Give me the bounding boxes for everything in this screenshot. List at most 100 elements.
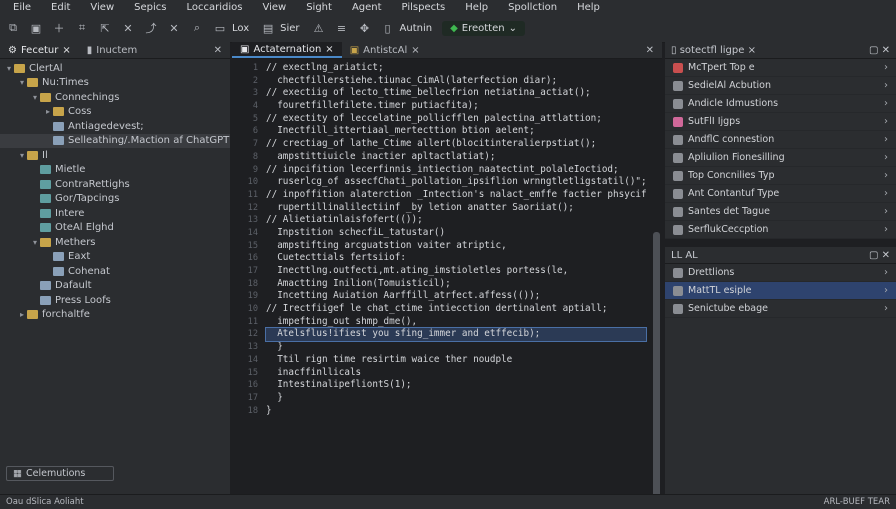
close-icon[interactable]: ▢ ✕ <box>869 250 890 261</box>
code-area[interactable]: // exectlng_ariatict; chectfillerstiehe.… <box>265 62 647 417</box>
graph-icon[interactable]: ⌗ <box>72 18 92 38</box>
right-list-item[interactable]: SutFlI Ijgps › <box>665 113 896 131</box>
pin-icon[interactable]: ✕ <box>164 18 184 38</box>
tree-node[interactable]: Gor/Tapcings <box>0 192 230 207</box>
chevron-icon[interactable]: ▾ <box>17 151 27 160</box>
right-list-item[interactable]: McTpert Top e › <box>665 59 896 77</box>
right-list-item[interactable]: Drettlions › <box>665 264 896 282</box>
menu-item[interactable]: Edit <box>38 2 77 13</box>
chevron-right-icon[interactable]: › <box>884 224 888 235</box>
tab-structure[interactable]: ▮ Inuctem <box>79 45 145 56</box>
toolbar-item-1[interactable]: Lox <box>232 23 249 34</box>
save-icon[interactable]: ▣ <box>26 18 46 38</box>
tree-node[interactable]: Mietle <box>0 163 230 178</box>
tree-node[interactable]: ▾ Connechings <box>0 90 230 105</box>
run-config-button[interactable]: ◆ Ereotten ⌄ <box>442 20 525 36</box>
list-icon[interactable]: ≡ <box>332 18 352 38</box>
editor-scrollbar[interactable] <box>653 232 660 498</box>
toolbar-item-3[interactable]: Autnin <box>400 23 433 34</box>
menu-item[interactable]: Spollction <box>495 2 564 13</box>
menu-item[interactable]: Agent <box>339 2 389 13</box>
tree-node[interactable]: Eaxt <box>0 250 230 265</box>
menu-item[interactable]: Loccaridios <box>173 2 249 13</box>
chevron-right-icon[interactable]: › <box>884 303 888 314</box>
chevron-right-icon[interactable]: › <box>884 62 888 73</box>
right-list-item[interactable]: Ant Contantuf Type › <box>665 185 896 203</box>
chevron-right-icon[interactable]: › <box>884 98 888 109</box>
chevron-icon[interactable]: ▸ <box>17 310 27 319</box>
monitor-icon[interactable]: ▭ <box>210 18 230 38</box>
menu-item[interactable]: Sepics <box>121 2 173 13</box>
chevron-right-icon[interactable]: › <box>884 80 888 91</box>
editor-tab-2[interactable]: ▣ AntistcAl × <box>342 45 428 56</box>
close-icon[interactable]: × <box>62 45 70 56</box>
chevron-right-icon[interactable]: › <box>884 267 888 278</box>
toolbar-item-2[interactable]: Sier <box>280 23 299 34</box>
tree-node[interactable]: Intere <box>0 206 230 221</box>
line-number: 12 <box>247 329 258 340</box>
editor-tab-1[interactable]: ▣ Actaternation × <box>232 42 342 58</box>
chevron-icon[interactable]: ▾ <box>17 78 27 87</box>
right-list-item[interactable]: MattTL esiple › <box>665 282 896 300</box>
menu-item[interactable]: Help <box>452 2 495 13</box>
close-icon[interactable]: × <box>411 45 419 56</box>
chevron-right-icon[interactable]: › <box>884 285 888 296</box>
right-list-item[interactable]: Top Concnilies Typ › <box>665 167 896 185</box>
tree-node[interactable]: Cohenat <box>0 264 230 279</box>
close-icon[interactable]: × <box>325 44 333 55</box>
tree-node[interactable]: ▾ Il <box>0 148 230 163</box>
tree-node[interactable]: OteAl Elghd <box>0 221 230 236</box>
tree-node[interactable]: ▸ forchaltfe <box>0 308 230 323</box>
right-list-item[interactable]: Senictube ebage › <box>665 300 896 318</box>
tree-node[interactable]: ▸ Coss <box>0 105 230 120</box>
right-list-item[interactable]: SerflukCeccption › <box>665 221 896 239</box>
search-icon[interactable]: ⌕ <box>187 18 207 38</box>
menu-item[interactable]: Help <box>564 2 607 13</box>
tree-node[interactable]: ▾ Nu:Times <box>0 76 230 91</box>
chevron-right-icon[interactable]: › <box>884 206 888 217</box>
tree-node[interactable]: ContraRettighs <box>0 177 230 192</box>
share-icon[interactable]: ⤴ <box>141 18 161 38</box>
right-list-item[interactable]: AndflC connestion › <box>665 131 896 149</box>
tab-close-icon[interactable]: ✕ <box>206 45 230 56</box>
chevron-icon[interactable]: ▾ <box>30 238 40 247</box>
right-list-item[interactable]: Santes det Tague › <box>665 203 896 221</box>
tree-node[interactable]: Dafault <box>0 279 230 294</box>
tree-node[interactable]: ▾ Methers <box>0 235 230 250</box>
right-list-item[interactable]: Apliulion Fionesilling › <box>665 149 896 167</box>
editor-close-icon[interactable]: ✕ <box>638 45 662 56</box>
menu-item[interactable]: Sight <box>293 2 339 13</box>
settings-icon[interactable]: ✥ <box>355 18 375 38</box>
copy-icon[interactable]: ⧉ <box>3 18 23 38</box>
window-icon[interactable]: ▤ <box>258 18 278 38</box>
close-icon[interactable]: ✕ <box>118 18 138 38</box>
tree-node[interactable]: Selleathing/.Maction af ChatGPT <box>0 133 230 148</box>
celemutions-button[interactable]: ▦ Celemutions <box>6 466 114 481</box>
chevron-icon[interactable]: ▸ <box>43 107 53 116</box>
menu-item[interactable]: View <box>77 2 121 13</box>
line-number: 18 <box>247 278 258 289</box>
close-icon[interactable]: × <box>748 45 756 56</box>
chevron-icon[interactable]: ▾ <box>30 93 40 102</box>
menu-item[interactable]: Eile <box>0 2 38 13</box>
maximize-icon[interactable]: ▢ ✕ <box>869 45 890 56</box>
right-list-item[interactable]: SedielAl Acbution › <box>665 77 896 95</box>
chevron-icon[interactable]: ▾ <box>4 64 14 73</box>
lock-icon[interactable]: ▯ <box>378 18 398 38</box>
right-list-item[interactable]: Andicle Idmustions › <box>665 95 896 113</box>
chevron-right-icon[interactable]: › <box>884 134 888 145</box>
chevron-right-icon[interactable]: › <box>884 116 888 127</box>
chevron-right-icon[interactable]: › <box>884 170 888 181</box>
export-icon[interactable]: ⇱ <box>95 18 115 38</box>
tree-node[interactable]: Press Loofs <box>0 293 230 308</box>
chevron-right-icon[interactable]: › <box>884 152 888 163</box>
tree-node[interactable]: ▾ ClertAl <box>0 61 230 76</box>
chevron-right-icon[interactable]: › <box>884 188 888 199</box>
add-icon[interactable]: ＋ <box>49 18 69 38</box>
menu-item[interactable]: View <box>249 2 293 13</box>
tree-node[interactable]: Antiagedevest; <box>0 119 230 134</box>
tab-project[interactable]: ⚙ Fecetur × <box>0 45 79 56</box>
warning-icon[interactable]: ⚠ <box>309 18 329 38</box>
run-icon: ◆ <box>450 22 458 34</box>
menu-item[interactable]: Pilspects <box>389 2 453 13</box>
